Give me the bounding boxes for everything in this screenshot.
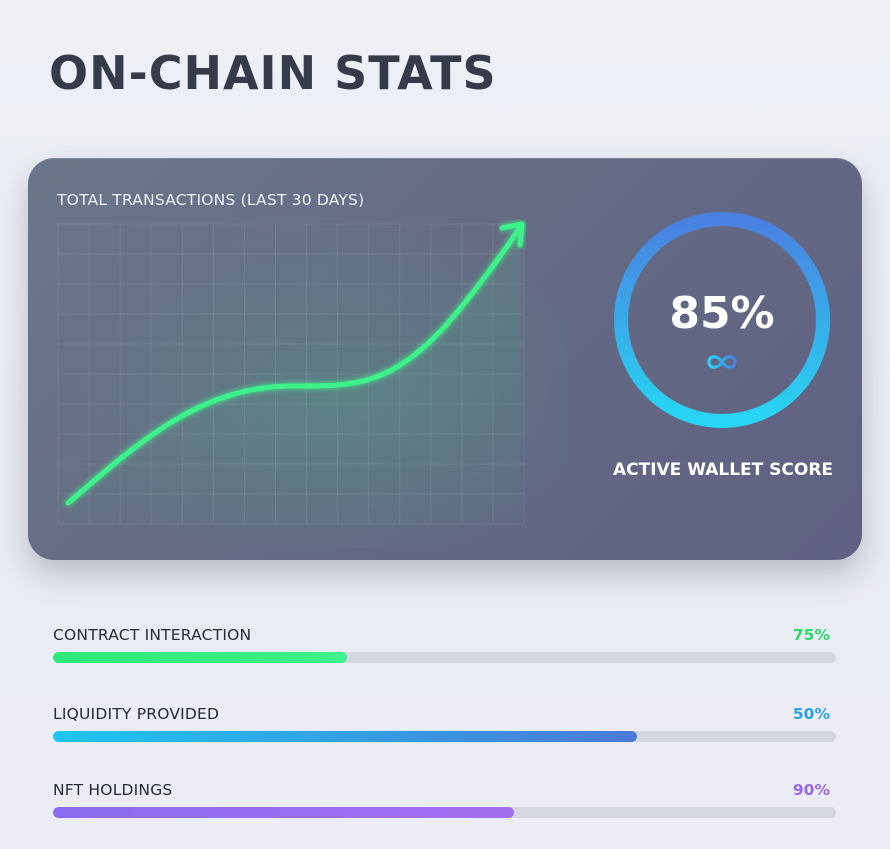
metric-label: LIQUIDITY PROVIDED xyxy=(53,705,220,723)
metric-value: 50% xyxy=(792,705,830,723)
chart-title: TOTAL TRANSACTIONS (LAST 30 DAYS) xyxy=(57,191,365,209)
progress-fill xyxy=(53,807,515,818)
gauge-value: 85% xyxy=(669,288,775,339)
stats-card: TOTAL TRANSACTIONS (LAST 30 DAYS) 85% AC… xyxy=(28,158,862,560)
progress-track xyxy=(53,731,836,742)
gauge-label: ACTIVE WALLET SCORE xyxy=(612,460,834,480)
link-icon xyxy=(707,355,737,369)
wallet-score-gauge: 85% xyxy=(612,210,832,430)
progress-fill xyxy=(53,731,638,742)
metric-label: CONTRACT INTERACTION xyxy=(53,626,252,644)
page-title: ON-CHAIN STATS xyxy=(49,46,497,100)
metric-value: 90% xyxy=(792,781,830,799)
transactions-chart xyxy=(57,221,525,525)
trend-area xyxy=(68,226,521,524)
progress-track xyxy=(53,807,836,818)
progress-fill xyxy=(53,652,347,663)
metric-label: NFT HOLDINGS xyxy=(53,781,173,799)
progress-track xyxy=(53,652,836,663)
metric-value: 75% xyxy=(792,626,830,644)
